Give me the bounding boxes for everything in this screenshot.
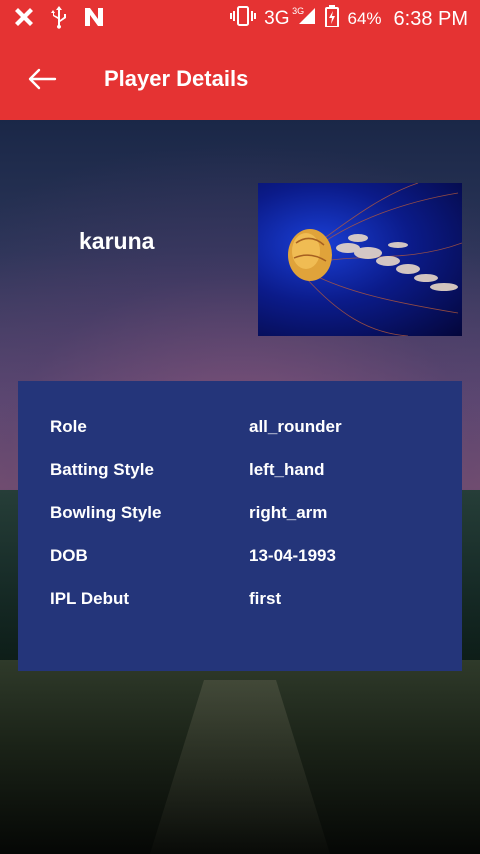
back-button[interactable] <box>14 51 70 107</box>
detail-value: all_rounder <box>249 417 342 436</box>
detail-label: Role <box>50 417 87 436</box>
status-icons-right: 3G 3G 64% 6:38 PM <box>230 4 468 34</box>
clock: 6:38 PM <box>393 7 468 30</box>
detail-value: left_hand <box>249 460 325 479</box>
battery-percentage: 64% <box>347 9 382 28</box>
detail-row-batting-style: Batting Style left_hand <box>50 460 442 484</box>
jellyfish-image <box>288 183 462 336</box>
player-details-card: Role all_rounder Batting Style left_hand… <box>18 381 462 671</box>
player-name: karuna <box>79 228 155 254</box>
detail-row-ipl-debut: IPL Debut first <box>50 589 442 613</box>
n-app-icon <box>82 5 106 34</box>
detail-label: Bowling Style <box>50 503 162 522</box>
battery-icon <box>325 5 340 33</box>
network-sup-label: 3G <box>292 6 305 16</box>
status-icons-left <box>12 5 106 34</box>
page-title: Player Details <box>104 66 249 91</box>
usb-icon <box>50 5 68 34</box>
network-type: 3G 3G <box>264 6 304 30</box>
detail-label: IPL Debut <box>50 589 130 608</box>
detail-value: right_arm <box>249 503 328 522</box>
detail-value: first <box>249 589 282 608</box>
detail-label: Batting Style <box>50 460 154 479</box>
back-arrow-icon <box>28 68 57 90</box>
vibrate-icon <box>230 4 257 34</box>
app-bar: Player Details <box>0 38 480 120</box>
status-bar: 3G 3G 64% 6:38 PM <box>0 0 480 38</box>
detail-value: 13-04-1993 <box>249 546 336 565</box>
detail-label: DOB <box>50 546 88 565</box>
player-photo <box>258 183 462 336</box>
detail-row-dob: DOB 13-04-1993 <box>50 546 442 570</box>
app-notification-icon <box>12 5 36 34</box>
network-label: 3G <box>264 8 290 29</box>
detail-row-role: Role all_rounder <box>50 417 442 441</box>
detail-row-bowling-style: Bowling Style right_arm <box>50 503 442 527</box>
